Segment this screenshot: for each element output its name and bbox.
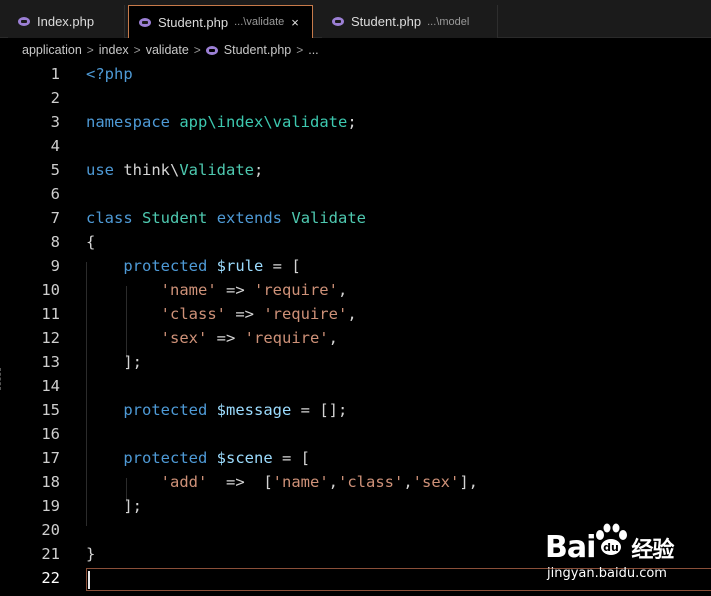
line-number: 17 [41, 449, 60, 467]
line-number: 21 [41, 545, 60, 563]
tab-index-php[interactable]: Index.php [8, 5, 125, 38]
code-line[interactable]: 7 class Student extends Validate [0, 206, 711, 230]
breadcrumb-separator: > [193, 43, 201, 57]
code-text: ]; [123, 353, 142, 371]
code-text: use think\Validate; [86, 161, 264, 179]
line-number: 15 [41, 401, 60, 419]
code-line[interactable]: 5 use think\Validate; [0, 158, 711, 182]
line-number: 19 [41, 497, 60, 515]
line-number: 7 [50, 209, 60, 227]
code-line[interactable]: 12 'sex' => 'require', [0, 326, 711, 350]
php-file-icon [18, 17, 30, 26]
code-line[interactable]: 15 protected $message = []; [0, 398, 711, 422]
breadcrumb-item-index[interactable]: index [99, 43, 129, 57]
code-line[interactable]: 2 [0, 86, 711, 110]
code-line[interactable]: 3 namespace app\index\validate; [0, 110, 711, 134]
code-line[interactable]: 9 protected $rule = [ [0, 254, 711, 278]
line-number: 5 [50, 161, 60, 179]
code-text: } [86, 545, 96, 563]
tab-bar-empty-area [504, 5, 711, 37]
code-text: <?php [86, 65, 133, 83]
baidu-jingyan-watermark: du Bai 经验 jingyan.baidu.com [545, 520, 705, 590]
line-number: 6 [50, 185, 60, 203]
code-line[interactable]: 8 { [0, 230, 711, 254]
line-number: 3 [50, 113, 60, 131]
line-number: 14 [41, 377, 60, 395]
code-text: protected $message = []; [123, 401, 348, 419]
php-file-icon [139, 17, 151, 27]
code-text: 'name' => 'require', [160, 281, 348, 299]
tab-student-php-model[interactable]: Student.php ...\model [322, 5, 498, 38]
tab-directory-hint: ...\validate [234, 16, 285, 28]
line-number: 13 [41, 353, 60, 371]
tab-directory-hint: ...\model [427, 15, 470, 28]
breadcrumb: application > index > validate > Student… [0, 38, 711, 62]
line-number: 4 [50, 137, 60, 155]
line-number: 18 [41, 473, 60, 491]
code-text: protected $rule = [ [123, 257, 301, 275]
code-line[interactable]: 16 [0, 422, 711, 446]
code-text: 'class' => 'require', [160, 305, 357, 323]
line-number: 11 [41, 305, 60, 323]
tab-label: Student.php [351, 14, 422, 29]
breadcrumb-separator: > [133, 43, 141, 57]
line-number: 9 [50, 257, 60, 275]
breadcrumb-item-symbols[interactable]: ... [308, 43, 318, 57]
code-line[interactable]: 17 protected $scene = [ [0, 446, 711, 470]
code-line[interactable]: 10 'name' => 'require', [0, 278, 711, 302]
code-line[interactable]: 19 ]; [0, 494, 711, 518]
code-line[interactable]: 14 [0, 374, 711, 398]
php-file-icon [205, 45, 218, 55]
breadcrumb-item-validate[interactable]: validate [146, 43, 189, 57]
tab-label: Index.php [37, 14, 95, 29]
line-number: 12 [41, 329, 60, 347]
line-number: 2 [50, 89, 60, 107]
code-line[interactable]: 11 'class' => 'require', [0, 302, 711, 326]
code-text: 'sex' => 'require', [160, 329, 338, 347]
line-number: 10 [41, 281, 60, 299]
close-icon[interactable]: × [291, 15, 299, 30]
breadcrumb-separator: > [86, 43, 94, 57]
watermark-brand: Bai 经验 [545, 530, 674, 565]
tab-student-php-validate[interactable]: Student.php ...\validate × [128, 5, 313, 38]
line-number: 16 [41, 425, 60, 443]
code-text: 'add' => ['name','class','sex'], [160, 473, 479, 491]
code-text: namespace app\index\validate; [86, 113, 357, 131]
code-text: class Student extends Validate [86, 209, 367, 227]
line-number: 20 [41, 521, 60, 539]
code-line[interactable]: 6 [0, 182, 711, 206]
code-line[interactable]: 18 'add' => ['name','class','sex'], [0, 470, 711, 494]
code-editor[interactable]: 1 <?php 2 3 namespace app\index\validate… [0, 62, 711, 596]
code-text: { [86, 233, 96, 251]
breadcrumb-item-file[interactable]: Student.php [224, 43, 291, 57]
line-number: 22 [41, 569, 60, 587]
line-number: 8 [50, 233, 60, 251]
line-number: 1 [50, 65, 60, 83]
code-text: protected $scene = [ [123, 449, 310, 467]
breadcrumb-item-application[interactable]: application [22, 43, 82, 57]
editor-tab-bar: Index.php Student.php ...\validate × Stu… [0, 0, 711, 38]
code-line[interactable]: 1 <?php [0, 62, 711, 86]
php-file-icon [332, 17, 344, 26]
text-caret [88, 571, 90, 589]
breadcrumb-separator: > [296, 43, 304, 57]
code-line[interactable]: 13 ]; [0, 350, 711, 374]
watermark-url: jingyan.baidu.com [547, 566, 667, 581]
tab-label: Student.php [158, 14, 229, 30]
code-text: ]; [123, 497, 142, 515]
code-line[interactable]: 4 [0, 134, 711, 158]
